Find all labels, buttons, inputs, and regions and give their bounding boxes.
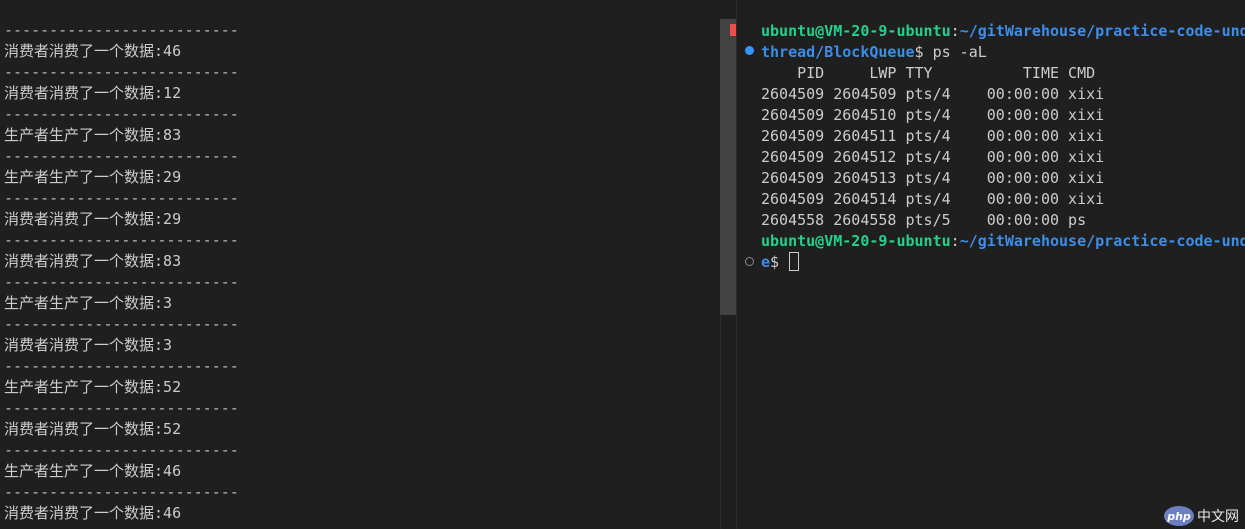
separator-line: -------------------------- [4,357,239,375]
command-success-decoration-icon[interactable] [745,46,754,55]
separator-line: -------------------------- [4,21,239,39]
prompt-path: ~/gitWarehouse/practice-code-und [959,22,1245,40]
prompt-colon: : [950,232,960,250]
separator-line: -------------------------- [4,441,239,459]
ps-header: PID LWP TTY TIME CMD [761,64,1096,82]
terminal-cursor[interactable] [789,252,800,271]
separator-line: -------------------------- [4,315,239,333]
left-scrollbar-thumb[interactable] [720,19,736,315]
separator-line: -------------------------- [4,189,239,207]
prompt-path: ~/gitWarehouse/practice-code-und [959,232,1245,250]
separator-line: -------------------------- [4,483,239,501]
right-terminal-output: ubuntu@VM-20-9-ubuntu:~/gitWarehouse/pra… [761,21,1245,273]
left-terminal-output: -------------------------- 消费者消费了一个数据:46 -… [4,20,239,524]
typed-command: ps -aL [932,43,987,61]
separator-line: -------------------------- [4,399,239,417]
watermark-text: 中文网 [1197,509,1239,525]
output-line: 生产者生产了一个数据:46 [4,462,182,480]
prompt-colon: : [950,22,960,40]
prompt-path-continued: e [761,253,771,271]
output-line: 消费者消费了一个数据:3 [4,336,173,354]
prompt-line: ubuntu@VM-20-9-ubuntu:~/gitWarehouse/pra… [761,231,1245,252]
output-line: 消费者消费了一个数据:83 [4,252,182,270]
output-line: 消费者消费了一个数据:46 [4,504,182,522]
output-line: 消费者消费了一个数据:46 [4,42,182,60]
prompt-user: ubuntu@VM-20-9-ubuntu [761,232,951,250]
prompt-dollar: $ [770,253,789,271]
separator-line: -------------------------- [4,231,239,249]
separator-line: -------------------------- [4,273,239,291]
prompt-line: ubuntu@VM-20-9-ubuntu:~/gitWarehouse/pra… [761,21,1245,42]
separator-line: -------------------------- [4,63,239,81]
ps-row: 2604509 2604512 pts/4 00:00:00 xixi [761,148,1105,166]
ps-row: 2604509 2604510 pts/4 00:00:00 xixi [761,106,1105,124]
command-pending-decoration-icon[interactable] [745,257,754,266]
prompt-user: ubuntu@VM-20-9-ubuntu [761,22,951,40]
ps-row: 2604509 2604509 pts/4 00:00:00 xixi [761,85,1105,103]
ps-row: 2604509 2604511 pts/4 00:00:00 xixi [761,127,1105,145]
output-line: 生产者生产了一个数据:52 [4,378,182,396]
separator-line: -------------------------- [4,105,239,123]
left-terminal-pane[interactable]: -------------------------- 消费者消费了一个数据:46 -… [0,0,720,529]
prompt-line-continued: thread/BlockQueue$ ps -aL [761,42,1245,63]
ps-row: 2604558 2604558 pts/5 00:00:00 ps [761,211,1087,229]
ps-row: 2604509 2604513 pts/4 00:00:00 xixi [761,169,1105,187]
output-line: 消费者消费了一个数据:12 [4,84,182,102]
output-line: 生产者生产了一个数据:29 [4,168,182,186]
separator-line: -------------------------- [4,147,239,165]
prompt-path-continued: thread/BlockQueue [761,43,915,61]
output-line: 生产者生产了一个数据:3 [4,294,173,312]
watermark: php 中文网 [1164,505,1239,527]
prompt-dollar: $ [914,43,933,61]
right-terminal-pane[interactable]: ubuntu@VM-20-9-ubuntu:~/gitWarehouse/pra… [737,0,1245,529]
output-line: 消费者消费了一个数据:29 [4,210,182,228]
output-line: 消费者消费了一个数据:52 [4,420,182,438]
php-logo-icon: php [1164,506,1194,526]
prompt-line-continued[interactable]: e$ [761,252,1245,273]
ps-output-rows: 2604509 2604509 pts/4 00:00:00 xixi 26045… [761,84,1245,231]
terminal-split-view: -------------------------- 消费者消费了一个数据:46 -… [0,0,1245,529]
ps-row: 2604509 2604514 pts/4 00:00:00 xixi [761,190,1105,208]
output-line: 生产者生产了一个数据:83 [4,126,182,144]
